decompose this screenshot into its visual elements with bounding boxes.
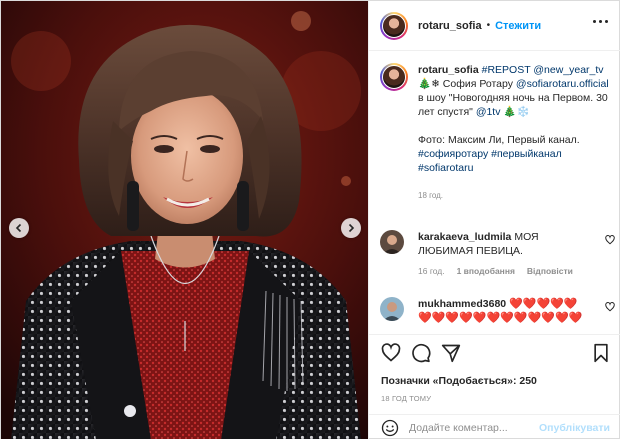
likes-label: Позначки «Подобається»: — [381, 375, 517, 387]
previous-photo-button[interactable] — [9, 218, 29, 238]
more-horizontal-icon[interactable] — [593, 20, 608, 23]
portrait-image — [1, 1, 368, 439]
comment-body: ❤️❤️❤️❤️❤️❤️❤️❤️❤️❤️❤️❤️ — [418, 312, 583, 324]
comment-username[interactable]: mukhammed3680 — [418, 298, 506, 310]
heart-icon[interactable] — [381, 343, 401, 363]
reply-button[interactable]: Відповісти — [527, 266, 573, 276]
post-photo — [1, 1, 368, 439]
hashtag[interactable]: #первыйканал — [491, 148, 562, 160]
separator-dot: • — [486, 20, 491, 31]
comment-avatar[interactable] — [380, 230, 404, 254]
avatar[interactable] — [380, 11, 408, 40]
comment-time[interactable]: 16 год. — [418, 266, 445, 276]
comment-text: mukhammed3680 ❤️❤️❤️❤️❤️ ❤️❤️❤️❤️❤️❤️❤️❤… — [418, 297, 596, 325]
emoji-end: 🎄❄️ — [503, 106, 530, 118]
hashtag[interactable]: #софияротару — [418, 148, 488, 160]
caption-name: София Ротару — [442, 78, 513, 90]
comment-likes[interactable]: 1 вподобання — [457, 266, 515, 276]
comment-body: ❤️❤️❤️❤️❤️ — [509, 298, 578, 310]
comment-username[interactable]: karakaeva_ludmila — [418, 231, 511, 243]
add-comment-bar: Опублікувати — [369, 414, 620, 439]
likes-count[interactable]: Позначки «Подобається»: 250 — [381, 375, 537, 387]
share-icon[interactable] — [441, 343, 461, 363]
likes-number: 250 — [519, 375, 537, 387]
post-header: rotaru_sofia • Стежити — [369, 1, 620, 51]
chevron-left-icon — [15, 223, 22, 233]
post-sidebar: rotaru_sofia • Стежити rotaru_sofia #REP… — [368, 1, 620, 439]
comment-item: karakaeva_ludmila МОЯ ЛЮБИМАЯ ПЕВИЦА. 16… — [380, 230, 615, 276]
action-bar — [369, 334, 620, 370]
author-username[interactable]: rotaru_sofia — [418, 20, 482, 32]
repost-mention[interactable]: @new_year_tv — [533, 64, 603, 76]
hashtags: #софияротару #первыйканал #sofiarotaru — [418, 147, 615, 175]
comment-icon[interactable] — [411, 343, 431, 363]
caption-main: rotaru_sofia #REPOST @new_year_tv 🎄❄ Соф… — [418, 63, 615, 119]
post-caption: rotaru_sofia #REPOST @new_year_tv 🎄❄ Соф… — [380, 63, 615, 203]
photo-credit: Фото: Максим Ли, Первый канал. — [418, 134, 580, 146]
comment-input[interactable] — [409, 421, 539, 434]
emoji-icon[interactable] — [381, 419, 399, 437]
post-time[interactable]: 18 ГОД ТОМУ — [381, 394, 431, 403]
caption-time[interactable]: 18 год. — [418, 189, 615, 203]
repost-hashtag[interactable]: #REPOST — [482, 64, 531, 76]
heart-icon[interactable] — [605, 235, 615, 245]
comment-item: mukhammed3680 ❤️❤️❤️❤️❤️ ❤️❤️❤️❤️❤️❤️❤️❤… — [380, 297, 615, 327]
next-photo-button[interactable] — [341, 218, 361, 238]
follow-button[interactable]: Стежити — [495, 20, 541, 32]
caption-username[interactable]: rotaru_sofia — [418, 64, 479, 76]
hashtag[interactable]: #sofiarotaru — [418, 162, 473, 174]
channel-mention[interactable]: @1tv — [476, 106, 501, 118]
comment-avatar[interactable] — [380, 297, 404, 321]
emoji-tree-snow: 🎄❄ — [418, 78, 440, 90]
chevron-right-icon — [348, 223, 355, 233]
bookmark-icon[interactable] — [591, 343, 611, 363]
caption-avatar[interactable] — [380, 63, 408, 91]
post-comment-button[interactable]: Опублікувати — [539, 422, 610, 434]
official-mention[interactable]: @sofiarotaru.official — [516, 78, 609, 90]
comment-text: karakaeva_ludmila МОЯ ЛЮБИМАЯ ПЕВИЦА. — [418, 230, 596, 258]
heart-icon[interactable] — [605, 302, 615, 312]
comment-meta: 16 год. 1 вподобання Відповісти — [418, 266, 615, 276]
post-dialog: rotaru_sofia • Стежити rotaru_sofia #REP… — [0, 0, 620, 439]
